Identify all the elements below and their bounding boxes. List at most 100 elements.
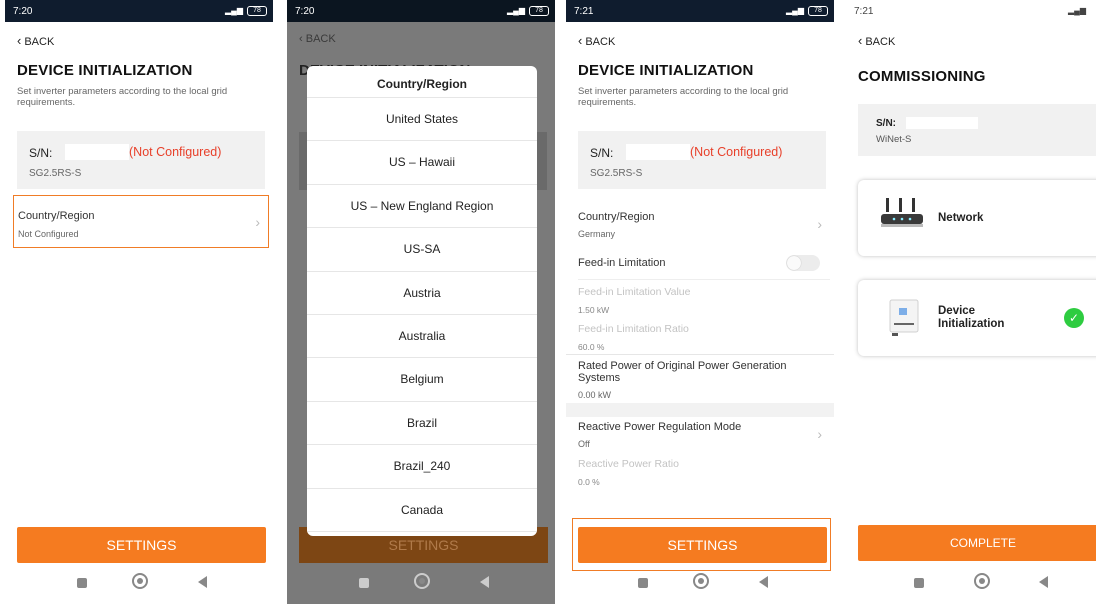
home-icon[interactable] (132, 573, 148, 589)
country-list: United States US – Hawaii US – New England… (307, 98, 537, 532)
reactive-ratio-value: 0.0 % (578, 477, 600, 487)
feed-in-value-row: Feed-in Limitation Value 1.50 kW (578, 286, 830, 318)
reactive-mode-row[interactable]: Reactive Power Regulation Mode Off › (578, 418, 830, 454)
rated-power-label: Rated Power of Original Power Generation… (578, 360, 787, 384)
modal-title: Country/Region (307, 66, 537, 98)
sn-value-redacted (626, 144, 690, 160)
country-option[interactable]: Brazil (307, 402, 537, 446)
network-label: Network (938, 212, 984, 224)
country-region-row[interactable]: Country/Region Germany › (578, 208, 830, 244)
back-label: BACK (865, 36, 896, 48)
feed-in-ratio-label: Feed-in Limitation Ratio (578, 323, 689, 335)
reactive-ratio-row: Reactive Power Ratio 0.0 % (578, 458, 830, 490)
feed-in-value: 1.50 kW (578, 305, 610, 315)
serial-number-card: S/N: WiNet-S (858, 104, 1096, 156)
country-option[interactable]: Belgium (307, 358, 537, 402)
status-time: 7:20 (13, 6, 33, 17)
home-icon[interactable] (974, 573, 990, 589)
complete-button[interactable]: COMPLETE (858, 525, 1096, 561)
screen-device-initialization-1: 7:20 ▂▄▆ 78 ‹ BACK DEVICE INITIALIZATION … (5, 0, 273, 604)
signal-icon: ▂▄▆ (507, 6, 525, 15)
country-region-row[interactable]: Country/Region Not Configured › (13, 195, 269, 248)
system-nav-bar (5, 564, 273, 604)
sn-label: S/N: (29, 146, 53, 160)
network-card[interactable]: Network (858, 180, 1096, 256)
country-option[interactable]: Brazil_240 (307, 445, 537, 489)
back-button[interactable]: ‹ BACK (17, 33, 54, 48)
chevron-right-icon: › (817, 426, 822, 442)
screens-container: 7:20 ▂▄▆ 78 ‹ BACK DEVICE INITIALIZATION … (0, 0, 1096, 604)
system-nav-bar (287, 564, 555, 604)
sn-label: S/N: (590, 146, 614, 160)
country-region-label: Country/Region (578, 211, 655, 223)
country-option[interactable]: United States (307, 98, 537, 142)
reactive-mode-label: Reactive Power Regulation Mode (578, 421, 742, 433)
rated-power-row: Rated Power of Original Power Generation… (578, 359, 830, 403)
home-icon[interactable] (414, 573, 430, 589)
sn-label: S/N: (876, 118, 896, 129)
feed-in-limitation-toggle[interactable] (786, 255, 820, 271)
country-option[interactable]: US – Hawaii (307, 141, 537, 185)
system-nav-bar (566, 564, 834, 604)
divider (566, 354, 834, 355)
home-icon[interactable] (693, 573, 709, 589)
router-icon (881, 198, 923, 227)
section-separator (566, 403, 834, 417)
page-title: DEVICE INITIALIZATION (17, 62, 193, 79)
serial-number-card: S/N: (Not Configured) SG2.5RS-S (578, 131, 826, 189)
device-initialization-card[interactable]: Device Initialization ✓ (858, 280, 1096, 356)
back-nav-icon[interactable] (759, 576, 768, 588)
battery-icon: 78 (247, 6, 267, 16)
screen-country-picker: 7:20 ▂▄▆ 78 ‹ BACK DEVICE INITIALIZATION… (287, 0, 555, 604)
country-option[interactable]: Australia (307, 315, 537, 359)
chevron-right-icon: › (817, 216, 822, 232)
feed-in-ratio-value: 60.0 % (578, 342, 605, 352)
device-model: SG2.5RS-S (590, 168, 643, 179)
status-time: 7:20 (295, 6, 315, 17)
recent-apps-icon[interactable] (638, 578, 648, 588)
screen-device-initialization-2: 7:21 ▂▄▆ 78 ‹ BACK DEVICE INITIALIZATION … (566, 0, 834, 604)
page-description: Set inverter parameters according to the… (578, 86, 789, 108)
rated-power-value: 0.00 kW (578, 390, 612, 400)
feed-in-ratio-row: Feed-in Limitation Ratio 60.0 % (578, 323, 830, 353)
country-region-modal: Country/Region United States US – Hawaii U… (307, 66, 537, 536)
back-nav-icon[interactable] (198, 576, 207, 588)
settings-button[interactable]: SETTINGS (578, 527, 827, 563)
status-bar: 7:21 ▂▄▆ 78 (566, 0, 834, 22)
country-region-value: Germany (578, 229, 616, 239)
recent-apps-icon[interactable] (914, 578, 924, 588)
country-option[interactable]: US-SA (307, 228, 537, 272)
page-title: DEVICE INITIALIZATION (578, 62, 754, 79)
feed-in-limitation-label: Feed-in Limitation (578, 257, 666, 269)
country-option[interactable]: Austria (307, 272, 537, 315)
sn-value-redacted (65, 144, 129, 160)
inverter-icon (889, 299, 919, 336)
sn-model: WiNet-S (876, 134, 912, 145)
back-button[interactable]: ‹ BACK (858, 33, 895, 48)
screen-commissioning: 7:21 ▂▄▆ ‹ BACK COMMISSIONING S/N: WiNet-… (846, 0, 1096, 604)
system-nav-bar (846, 564, 1096, 604)
back-button[interactable]: ‹ BACK (578, 33, 615, 48)
chevron-left-icon: ‹ (17, 33, 22, 48)
reactive-mode-value: Off (578, 439, 590, 449)
sn-value-redacted (906, 117, 978, 129)
recent-apps-icon[interactable] (77, 578, 87, 588)
check-icon: ✓ (1064, 308, 1084, 328)
back-label: BACK (24, 36, 55, 48)
page-title: COMMISSIONING (858, 68, 986, 85)
back-nav-icon[interactable] (480, 576, 489, 588)
back-nav-icon[interactable] (1039, 576, 1048, 588)
sn-status: (Not Configured) (690, 145, 783, 159)
sn-status: (Not Configured) (129, 145, 222, 159)
country-option[interactable]: Canada (307, 489, 537, 532)
country-option[interactable]: US – New England Region (307, 185, 537, 229)
signal-icon: ▂▄▆ (786, 6, 804, 15)
signal-icon: ▂▄▆ (225, 6, 243, 15)
settings-button[interactable]: SETTINGS (17, 527, 266, 563)
device-model: SG2.5RS-S (29, 168, 82, 179)
page-description: Set inverter parameters according to the… (17, 86, 228, 108)
status-bar: 7:20 ▂▄▆ 78 (5, 0, 273, 22)
recent-apps-icon[interactable] (359, 578, 369, 588)
reactive-ratio-label: Reactive Power Ratio (578, 458, 679, 470)
battery-icon: 78 (529, 6, 549, 16)
